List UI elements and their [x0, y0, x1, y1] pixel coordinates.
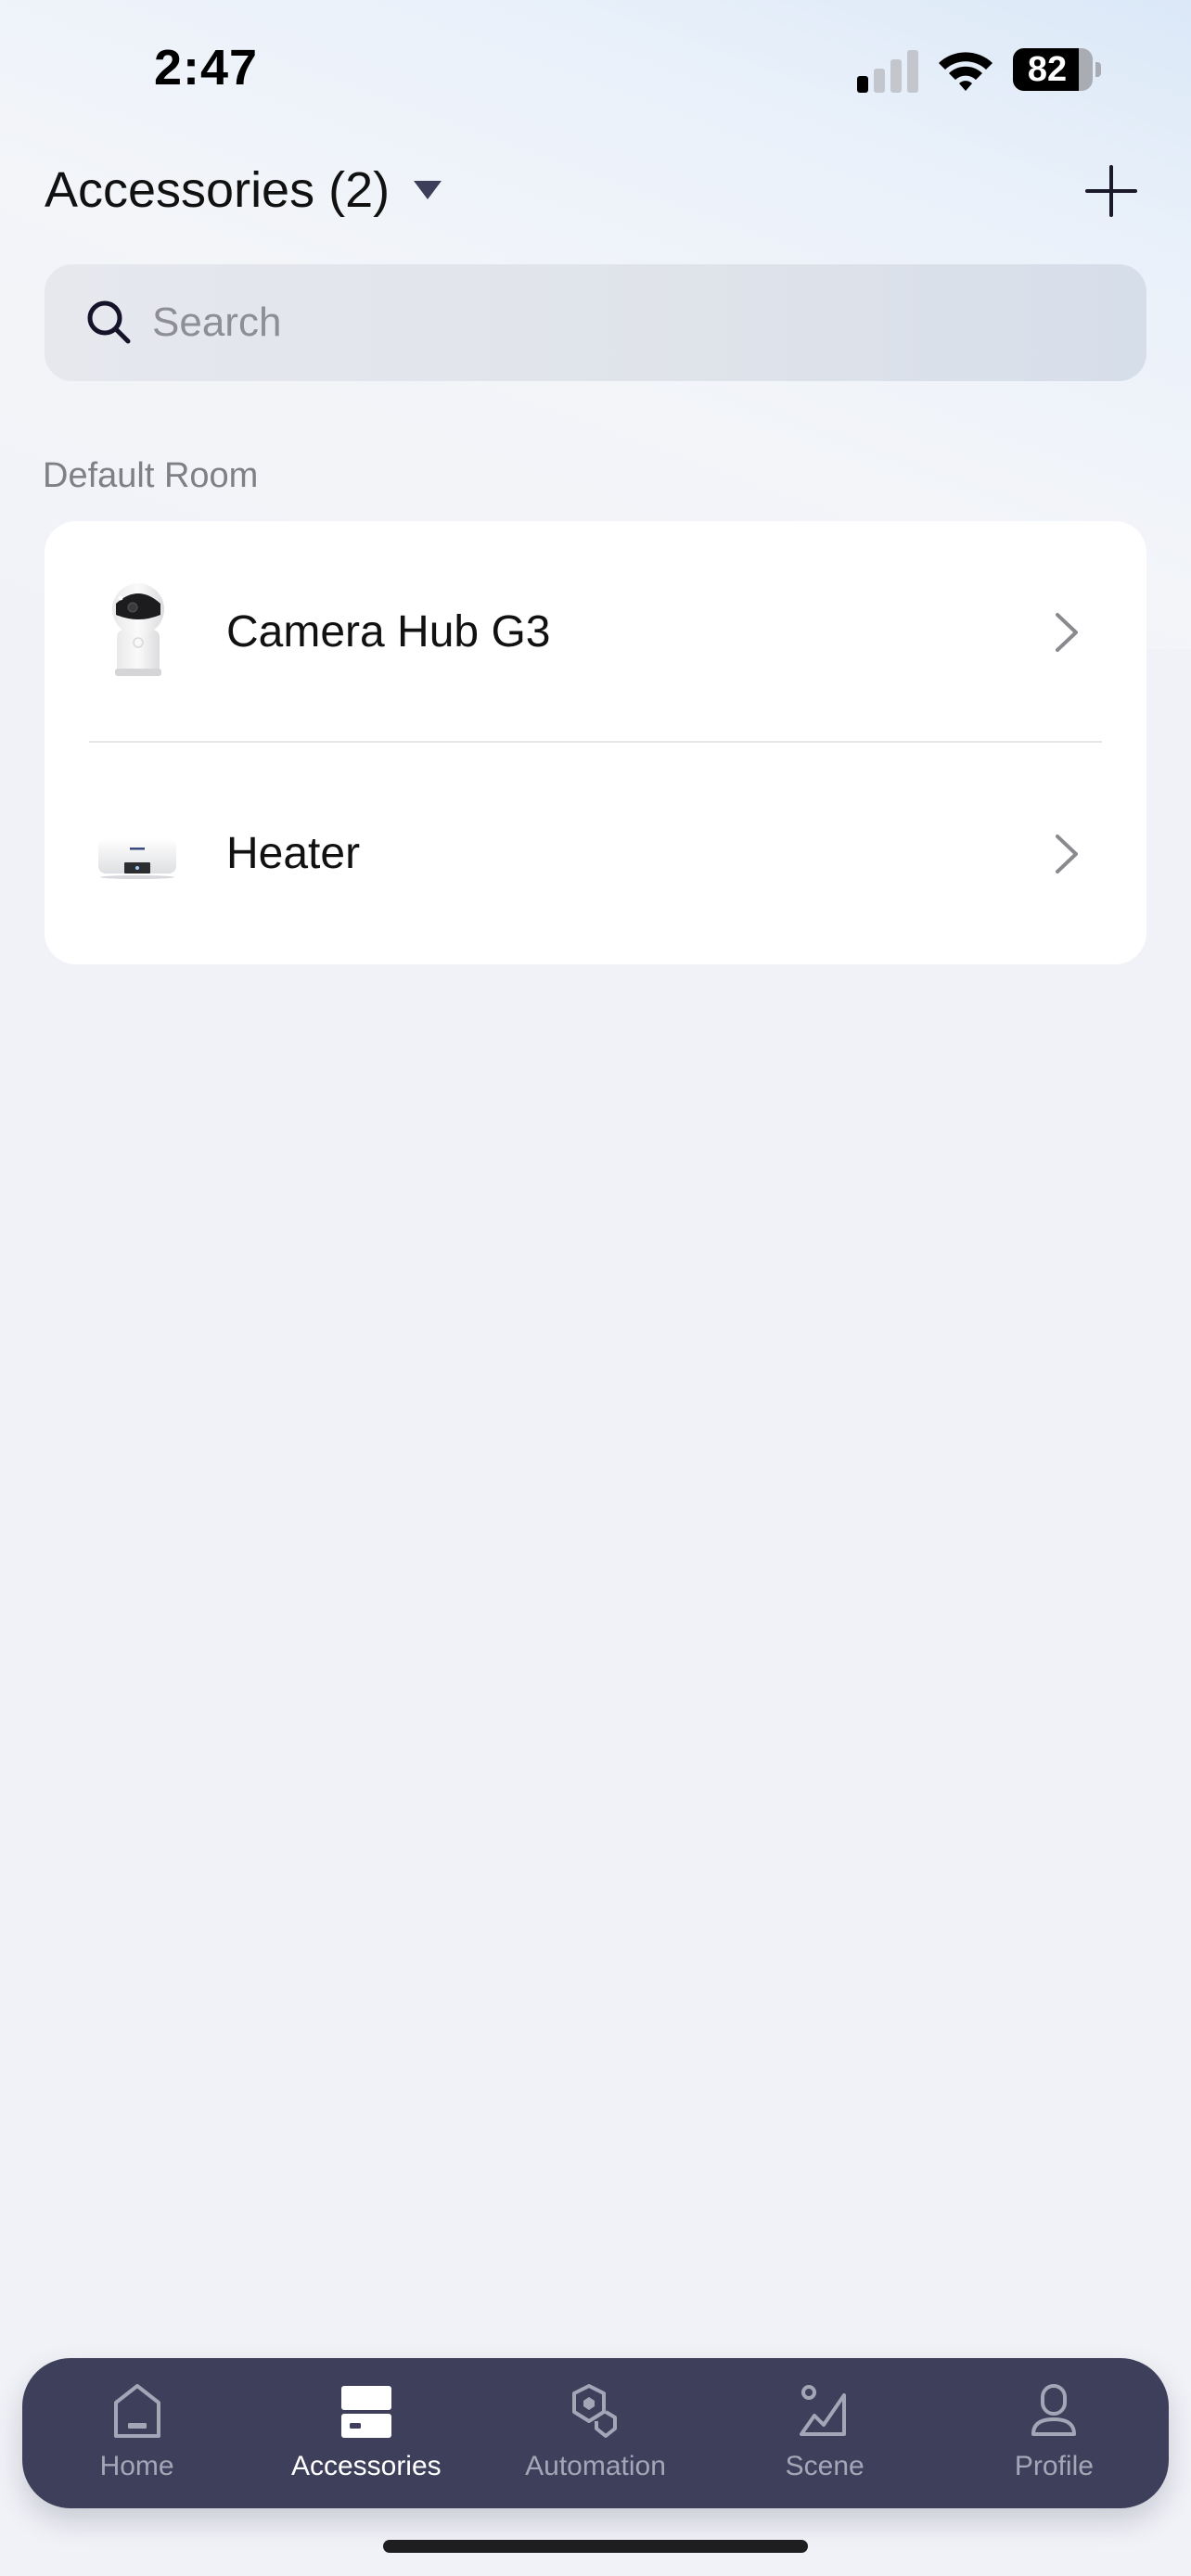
- tab-profile[interactable]: Profile: [940, 2358, 1169, 2508]
- add-accessory-button[interactable]: [1085, 165, 1137, 217]
- tab-home[interactable]: Home: [22, 2358, 251, 2508]
- accessory-name: Heater: [226, 829, 361, 878]
- battery-indicator: 82: [1013, 48, 1102, 91]
- accessory-row-heater[interactable]: Heater: [45, 743, 1146, 964]
- tab-label: Accessories: [290, 2451, 442, 2481]
- tab-label: Profile: [1014, 2451, 1094, 2481]
- tab-label: Home: [99, 2451, 174, 2481]
- tab-accessories[interactable]: Accessories: [251, 2358, 480, 2508]
- tab-scene[interactable]: Scene: [711, 2358, 940, 2508]
- scene-icon: [800, 2385, 847, 2436]
- status-bar: 2:47 82: [0, 0, 1191, 139]
- bottom-tab-bar: Home Accessories Automation Scene Profil…: [22, 2358, 1169, 2508]
- accessory-list-card: Camera Hub G3 Heater: [45, 521, 1146, 964]
- accessory-row-camera-hub-g3[interactable]: Camera Hub G3: [45, 521, 1146, 743]
- cellular-signal-icon: [857, 50, 920, 93]
- search-input[interactable]: [152, 300, 1080, 346]
- battery-tip: [1095, 62, 1101, 77]
- tab-label: Automation: [525, 2451, 666, 2481]
- search-bar[interactable]: [45, 264, 1146, 381]
- home-icon: [113, 2384, 160, 2438]
- home-indicator[interactable]: [383, 2540, 808, 2553]
- accessory-name: Camera Hub G3: [226, 607, 551, 657]
- search-icon: [87, 300, 131, 344]
- chevron-right-icon: [1056, 612, 1078, 652]
- status-time: 2:47: [154, 40, 259, 96]
- accessories-title-dropdown[interactable]: Accessories (2): [45, 161, 442, 219]
- camera-hub-thumbnail: [112, 582, 164, 676]
- heater-thumbnail: [98, 837, 176, 879]
- chevron-right-icon: [1056, 834, 1078, 874]
- profile-icon: [1031, 2384, 1077, 2436]
- tab-label: Scene: [785, 2451, 864, 2481]
- battery-percent: 82: [1027, 50, 1068, 89]
- plus-icon: [1085, 165, 1137, 217]
- room-section-label: Default Room: [43, 456, 259, 495]
- caret-down-icon: [414, 181, 442, 199]
- automation-icon: [572, 2384, 617, 2438]
- page-title: Accessories (2): [45, 162, 391, 218]
- wifi-icon: [939, 52, 992, 91]
- tab-automation[interactable]: Automation: [480, 2358, 710, 2508]
- accessories-icon: [340, 2386, 391, 2438]
